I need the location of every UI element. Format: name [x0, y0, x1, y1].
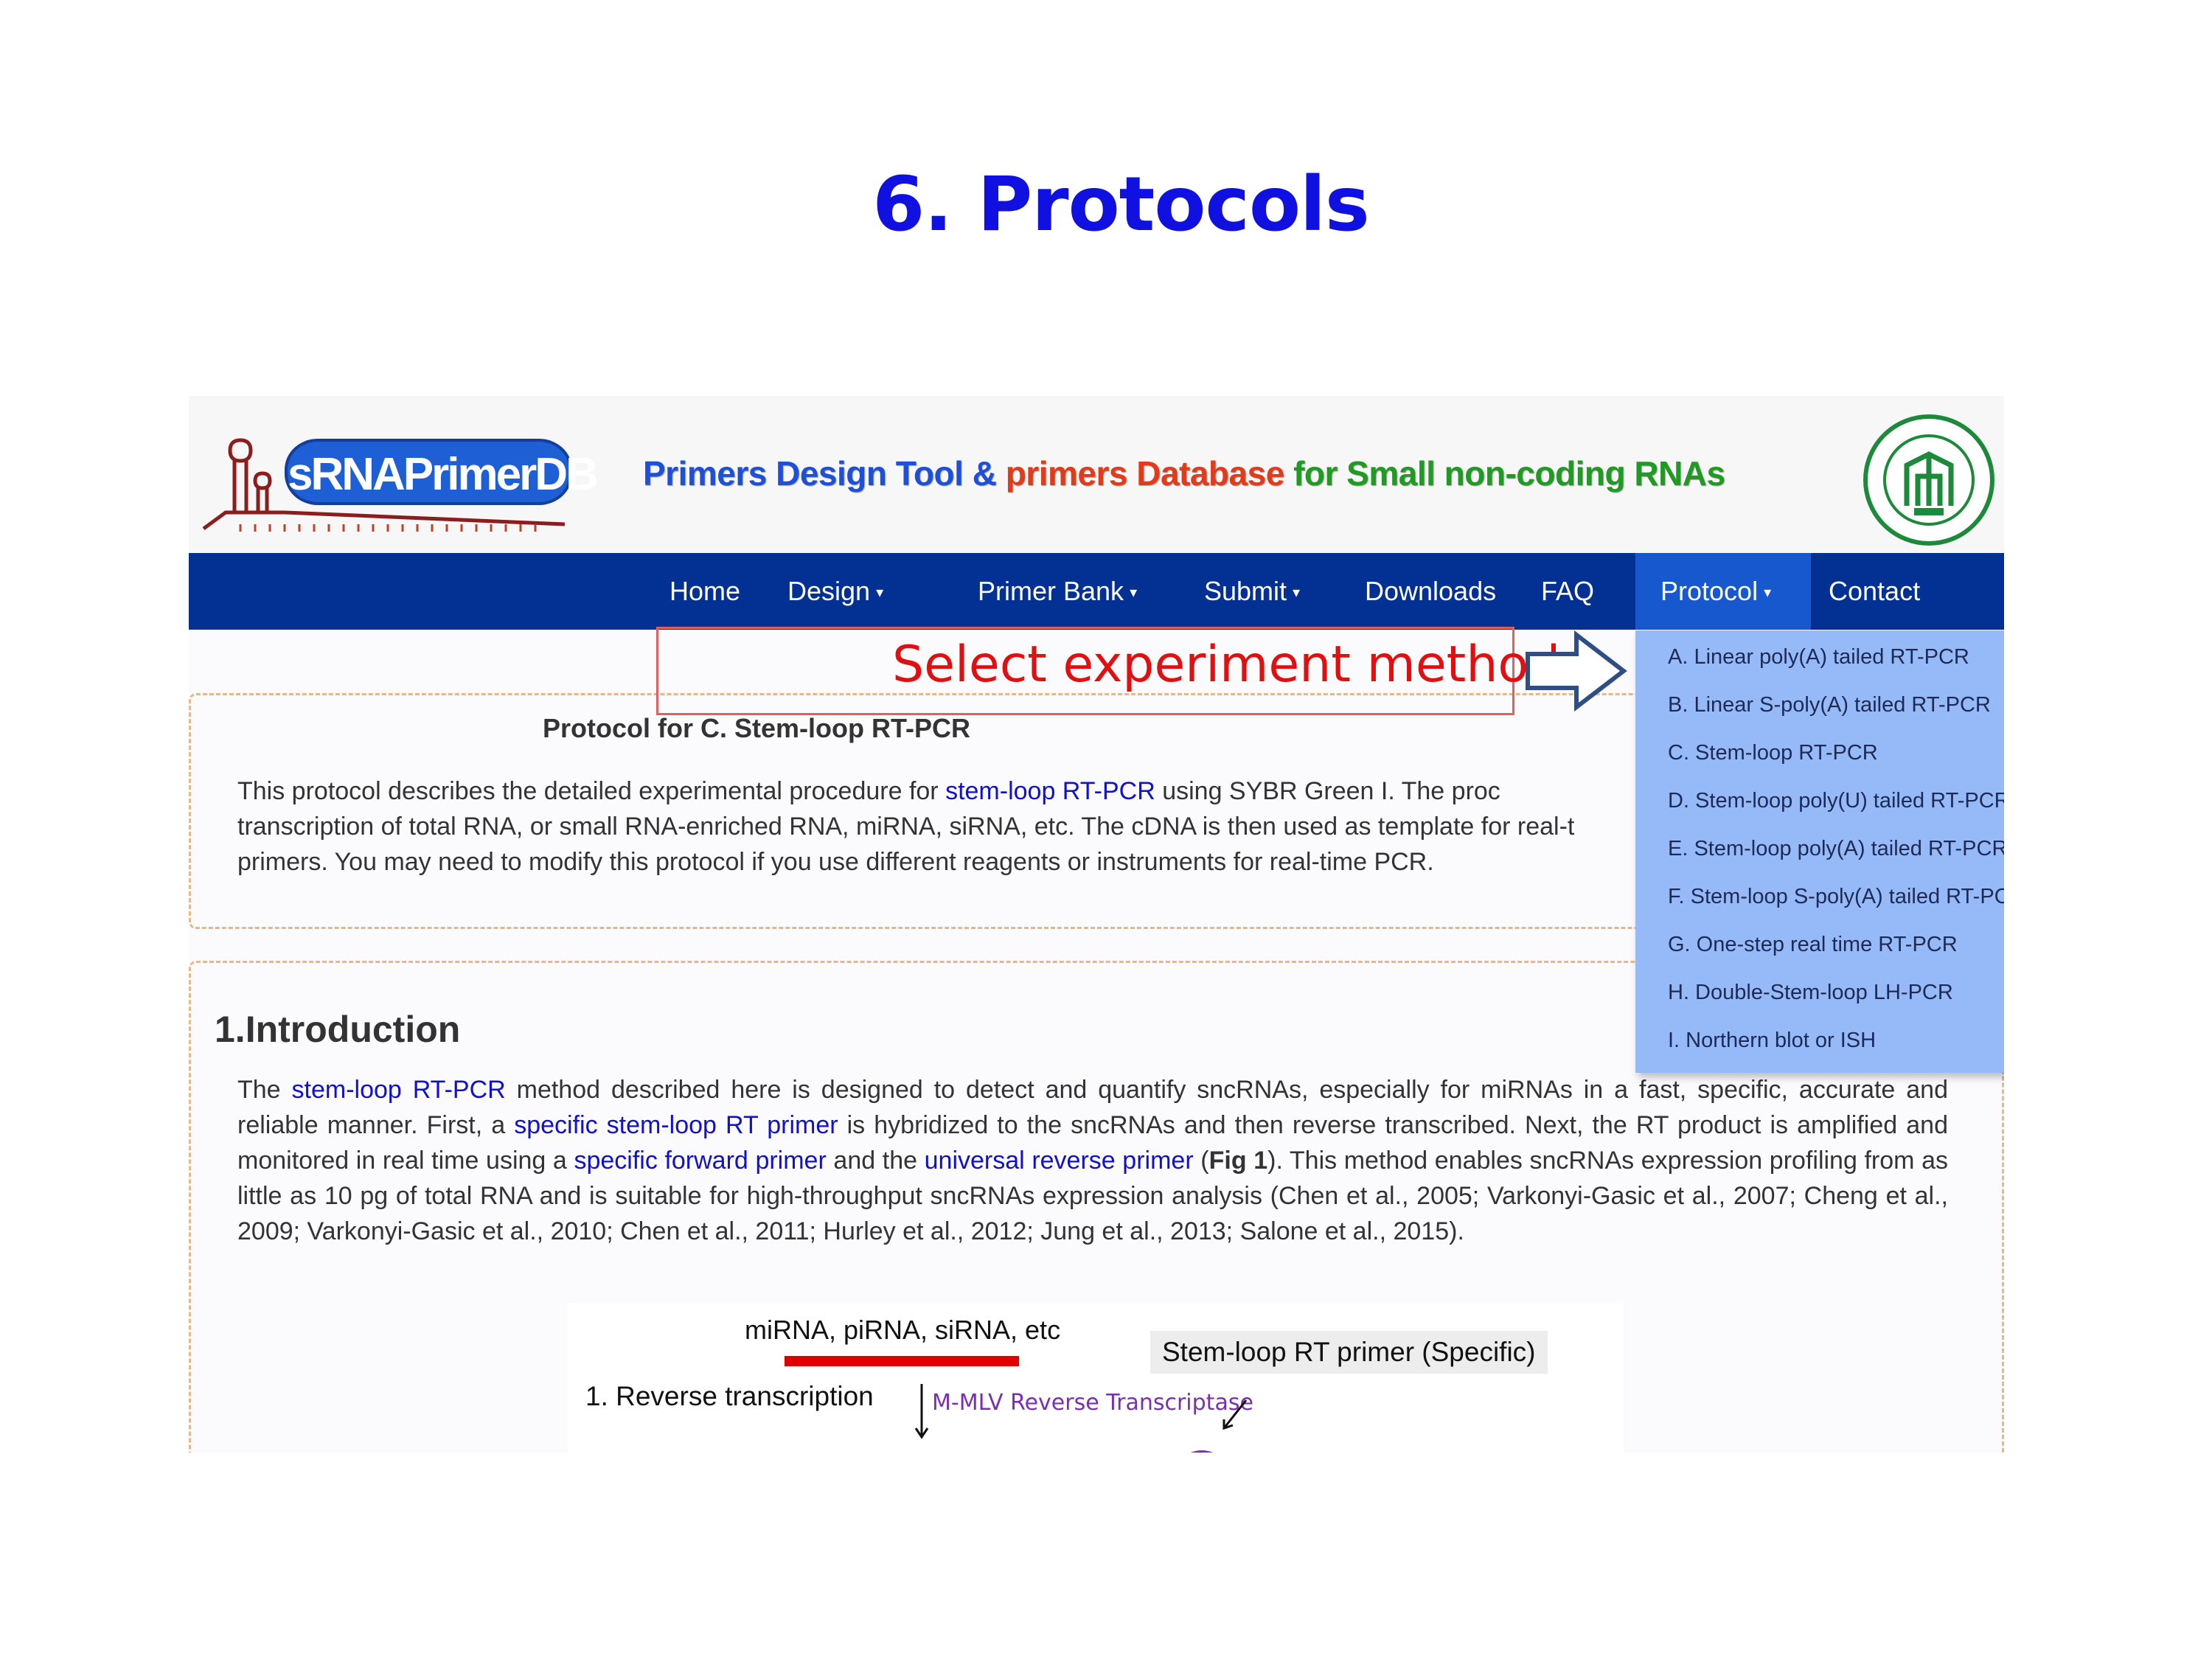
universal-reverse-primer-link[interactable]: universal reverse primer	[925, 1147, 1194, 1175]
caret-down-icon: ▾	[1293, 585, 1301, 601]
right-arrow-icon	[1526, 630, 1627, 712]
tagline-part-2: primers Database	[1005, 454, 1285, 493]
stem-loop-rt-pcr-link[interactable]: stem-loop RT-PCR	[292, 1076, 506, 1104]
university-seal-icon	[1863, 414, 1994, 546]
stem-loop-figure: miRNA, piRNA, siRNA, etc Stem-loop RT pr…	[568, 1303, 1624, 1453]
protocol-paragraph: This protocol describes the detailed exp…	[237, 777, 1575, 876]
nav-design[interactable]: Design ▾	[787, 553, 905, 630]
specific-stem-loop-rt-primer-link[interactable]: specific stem-loop RT primer	[514, 1111, 838, 1139]
dropdown-item-stem-loop-s-polya[interactable]: F. Stem-loop S-poly(A) tailed RT-PCR	[1668, 885, 2004, 909]
stem-loop-rt-pcr-link[interactable]: stem-loop RT-PCR	[945, 777, 1155, 805]
dropdown-item-linear-polya[interactable]: A. Linear poly(A) tailed RT-PCR	[1668, 645, 1969, 669]
caret-down-icon: ▾	[876, 585, 884, 601]
dropdown-item-stem-loop[interactable]: C. Stem-loop RT-PCR	[1668, 741, 1878, 765]
nav-submit[interactable]: Submit ▾	[1204, 553, 1337, 630]
site-logo[interactable]: sRNAPrimerDB	[196, 433, 599, 540]
nav-contact[interactable]: Contact	[1829, 553, 1939, 630]
dropdown-item-one-step[interactable]: G. One-step real time RT-PCR	[1668, 933, 1958, 957]
nav-protocol[interactable]: Protocol ▾	[1635, 553, 1811, 630]
logo-text: sRNAPrimerDB	[285, 439, 599, 505]
rna-strand	[785, 1356, 1019, 1366]
protocol-title: Protocol for C. Stem-loop RT-PCR	[543, 713, 970, 743]
figure-primer-label: Stem-loop RT primer (Specific)	[1150, 1331, 1548, 1374]
dropdown-item-double-stem-loop[interactable]: H. Double-Stem-loop LH-PCR	[1668, 981, 1953, 1005]
introduction-paragraph: The stem-loop RT-PCR method described he…	[237, 1076, 1949, 1245]
dropdown-item-linear-s-polya[interactable]: B. Linear S-poly(A) tailed RT-PCR	[1668, 693, 1991, 717]
nav-home[interactable]: Home	[669, 553, 743, 630]
introduction-heading: 1.Introduction	[215, 1009, 461, 1050]
specific-forward-primer-link[interactable]: specific forward primer	[574, 1147, 826, 1175]
tagline-part-1: Primers Design Tool &	[643, 454, 1006, 493]
tagline-part-3: for Small non-coding RNAs	[1284, 454, 1725, 493]
diagonal-arrow-icon	[1190, 1399, 1248, 1453]
caret-down-icon: ▾	[1764, 585, 1772, 601]
protocol-dropdown-menu: A. Linear poly(A) tailed RT-PCR B. Linea…	[1635, 630, 2004, 1073]
slide-title: 6. Protocols	[872, 161, 1369, 248]
nav-downloads[interactable]: Downloads	[1365, 553, 1512, 630]
dropdown-item-stem-loop-polya[interactable]: E. Stem-loop poly(A) tailed RT-PCR	[1668, 837, 2004, 861]
figure-rna-label: miRNA, piRNA, siRNA, etc	[745, 1315, 1061, 1345]
dropdown-item-stem-loop-polyu[interactable]: D. Stem-loop poly(U) tailed RT-PCR	[1668, 789, 2004, 813]
figure-step-1: 1. Reverse transcription	[585, 1381, 874, 1411]
website-screenshot: sRNAPrimerDB Primers Design Tool & prime…	[189, 396, 2004, 1453]
site-header: sRNAPrimerDB Primers Design Tool & prime…	[189, 396, 2004, 553]
dropdown-item-northern-blot[interactable]: I. Northern blot or ISH	[1668, 1029, 1876, 1053]
nav-faq[interactable]: FAQ	[1541, 553, 1600, 630]
annotation-text: Select experiment method	[892, 636, 1561, 694]
site-tagline: Primers Design Tool & primers Database f…	[643, 453, 1725, 493]
caret-down-icon: ▾	[1130, 585, 1138, 601]
main-navbar: Home Design ▾ Primer Bank ▾ Submit ▾ Downlo…	[189, 553, 2004, 630]
nav-primer-bank[interactable]: Primer Bank ▾	[978, 553, 1140, 630]
